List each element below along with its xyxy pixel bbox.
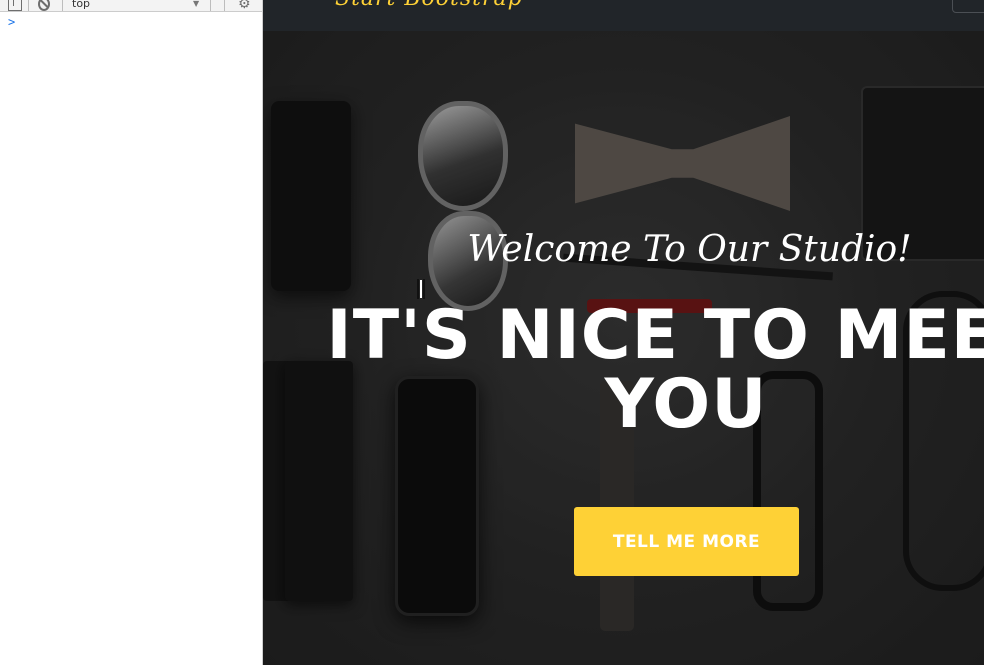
- toolbar-divider: [62, 0, 63, 11]
- menu-toggle-button[interactable]: [952, 0, 984, 13]
- panel-toggle-icon[interactable]: [8, 0, 22, 11]
- site-viewport: Start Bootstrap Welcome To Our Studio! I…: [263, 0, 984, 665]
- clear-console-icon[interactable]: [38, 0, 50, 11]
- chevron-down-icon[interactable]: ▼: [193, 0, 199, 11]
- brand-logo[interactable]: Start Bootstrap: [335, 0, 523, 11]
- devtools-toolbar: top ▼ ⚙: [0, 0, 262, 12]
- gear-icon[interactable]: ⚙: [238, 0, 251, 11]
- tell-me-more-button[interactable]: TELL ME MORE: [574, 507, 799, 576]
- hero-subheading: Welcome To Our Studio!: [467, 229, 912, 270]
- toolbar-divider: [224, 0, 225, 11]
- hero-section: Welcome To Our Studio! IT'S NICE TO MEET…: [263, 31, 984, 665]
- toolbar-divider: [210, 0, 211, 11]
- devtools-console-pane: top ▼ ⚙ >: [0, 0, 263, 665]
- navbar: Start Bootstrap: [263, 0, 984, 31]
- context-selector[interactable]: top: [72, 0, 90, 11]
- hero-heading: IT'S NICE TO MEET YOU: [326, 296, 984, 444]
- console-prompt[interactable]: >: [8, 15, 15, 29]
- text-cursor-icon: [417, 279, 425, 299]
- toolbar-divider: [28, 0, 29, 11]
